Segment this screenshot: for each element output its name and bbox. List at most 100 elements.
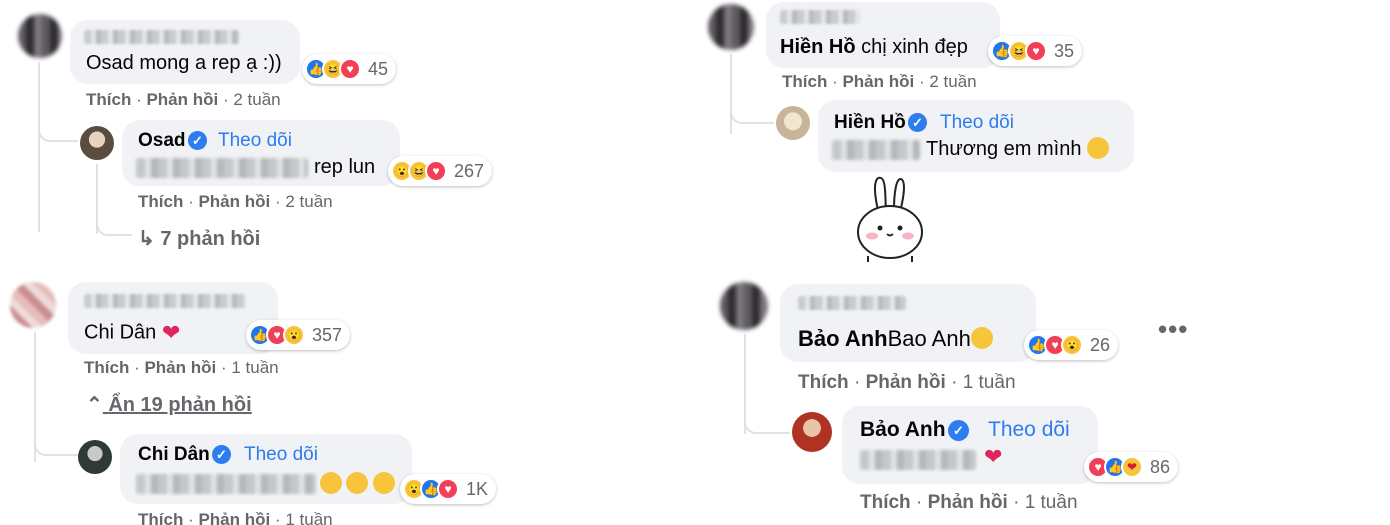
reply-link[interactable]: Phản hồi xyxy=(198,192,270,211)
reply-link[interactable]: Phản hồi xyxy=(928,492,1008,513)
like-link[interactable]: Thích xyxy=(782,72,827,91)
hien-ho-avatar[interactable] xyxy=(776,106,810,140)
timestamp[interactable]: 1 tuần xyxy=(963,372,1016,393)
reply-link[interactable]: Phản hồi xyxy=(866,372,946,393)
timestamp[interactable]: 1 tuần xyxy=(285,510,332,525)
reply-connector xyxy=(96,200,132,236)
follow-button[interactable]: Theo dõi xyxy=(988,418,1070,442)
mention-tag[interactable]: Hiền Hồ xyxy=(780,36,856,58)
thread-line xyxy=(730,54,732,134)
smile-emoji-icon xyxy=(346,472,369,494)
like-link[interactable]: Thích xyxy=(860,492,911,513)
bunny-sticker[interactable] xyxy=(850,176,930,262)
timestamp[interactable]: 2 tuần xyxy=(233,90,280,109)
commenter-avatar[interactable] xyxy=(708,4,754,50)
reply-link[interactable]: Phản hồi xyxy=(144,358,216,377)
like-link[interactable]: Thích xyxy=(86,90,131,109)
love-reaction-icon: ♥ xyxy=(437,478,459,500)
reaction-summary[interactable]: ♥ 👍 ❤ 86 xyxy=(1084,452,1179,482)
kiss-emoji-icon xyxy=(1087,136,1110,159)
reply-link[interactable]: Phản hồi xyxy=(198,510,270,525)
osad-avatar[interactable] xyxy=(80,126,114,160)
reply-text: rep lun xyxy=(314,156,376,178)
reply-connector xyxy=(744,416,790,434)
reply-text-blurred xyxy=(136,474,316,494)
comment-bubble: Osad mong a rep ạ :)) xyxy=(70,20,300,84)
reaction-summary[interactable]: 😮 👍 ♥ 1K xyxy=(400,474,497,504)
commenter-name-blurred[interactable] xyxy=(780,10,860,24)
reaction-summary[interactable]: 👍 ♥ 😮 357 xyxy=(246,320,351,350)
commenter-name-blurred[interactable] xyxy=(84,30,239,44)
timestamp[interactable]: 1 tuần xyxy=(231,358,278,377)
smile-emoji-icon xyxy=(372,472,395,494)
hide-replies-button[interactable]: ⌃ Ẩn 19 phản hồi xyxy=(86,392,252,417)
comment-panel-osad: Osad mong a rep ạ :)) 👍 😆 ♥ 45 Thích · P… xyxy=(0,0,690,262)
chi-dan-avatar[interactable] xyxy=(78,440,112,474)
reaction-count: 26 xyxy=(1090,334,1111,355)
verified-badge-icon: ✓ xyxy=(908,113,927,132)
commenter-avatar[interactable] xyxy=(720,282,768,330)
comment-panel-hien-ho: Hiền Hồ chị xinh đẹp 👍 😆 ♥ 35 Thích · Ph… xyxy=(700,0,1390,262)
wow-reaction-icon: 😮 xyxy=(1061,334,1083,356)
reply-link[interactable]: Phản hồi xyxy=(842,72,914,91)
reply-connector xyxy=(38,130,78,142)
commenter-name-blurred[interactable] xyxy=(798,296,906,310)
reply-author-name[interactable]: Osad xyxy=(138,130,186,152)
red-heart-emoji-icon: ❤ xyxy=(984,444,1003,469)
more-options-icon[interactable]: ••• xyxy=(1158,314,1188,345)
comment-body: Chi Dân ❤ xyxy=(84,320,180,346)
hide-replies-label: Ẩn 19 phản hồi xyxy=(108,394,252,416)
chevron-up-icon: ⌃ xyxy=(86,394,103,416)
like-link[interactable]: Thích xyxy=(138,510,183,525)
reaction-count: 1K xyxy=(466,478,489,499)
wow-reaction-icon: 😮 xyxy=(283,324,305,346)
comment-actions: Thích · Phản hồi · 2 tuần xyxy=(782,72,977,91)
reply-bubble: Hiền Hồ ✓ Theo dõi Thương em mình xyxy=(818,100,1134,172)
timestamp[interactable]: 2 tuần xyxy=(929,72,976,91)
reply-author-name[interactable]: Chi Dân xyxy=(138,444,210,466)
like-link[interactable]: Thích xyxy=(138,192,183,211)
commenter-avatar[interactable] xyxy=(18,14,62,58)
reply-text-blurred xyxy=(832,140,920,160)
comment-body: Hiền Hồ chị xinh đẹp xyxy=(780,36,968,59)
reaction-count: 35 xyxy=(1054,40,1075,61)
reaction-summary[interactable]: 👍 ♥ 😮 26 xyxy=(1024,330,1119,360)
view-more-replies[interactable]: ↳ 7 phản hồi xyxy=(138,226,260,251)
follow-button[interactable]: Theo dõi xyxy=(218,130,292,152)
comment-bubble: Bảo AnhBao Anh xyxy=(780,284,1036,362)
comment-bubble: Chi Dân ❤ xyxy=(68,282,278,354)
timestamp[interactable]: 1 tuần xyxy=(1025,492,1078,513)
reaction-summary[interactable]: 👍 😆 ♥ 45 xyxy=(302,54,397,84)
timestamp[interactable]: 2 tuần xyxy=(285,192,332,211)
commenter-avatar[interactable] xyxy=(10,282,56,328)
reaction-summary[interactable]: 😮 😆 ♥ 267 xyxy=(388,156,493,186)
comment-panel-chi-dan: Chi Dân ❤ 👍 ♥ 😮 357 Thích · Phản hồi · 1… xyxy=(0,268,690,525)
reply-emojis xyxy=(320,472,395,496)
follow-button[interactable]: Theo dõi xyxy=(244,444,318,466)
love-reaction-icon: ♥ xyxy=(425,160,447,182)
reply-author-name[interactable]: Hiền Hồ xyxy=(834,112,906,134)
reply-link[interactable]: Phản hồi xyxy=(146,90,218,109)
reply-actions: Thích · Phản hồi · 1 tuần xyxy=(138,510,333,525)
follow-button[interactable]: Theo dõi xyxy=(940,112,1014,134)
comment-actions: Thích · Phản hồi · 2 tuần xyxy=(86,90,281,109)
reaction-summary[interactable]: 👍 😆 ♥ 35 xyxy=(988,36,1083,66)
care-reaction-icon: ❤ xyxy=(1121,456,1143,478)
reply-bubble: Chi Dân ✓ Theo dõi xyxy=(120,434,412,504)
reaction-count: 86 xyxy=(1150,456,1171,477)
reaction-count: 45 xyxy=(368,58,389,79)
like-link[interactable]: Thích xyxy=(84,358,129,377)
reply-text: Thương em mình xyxy=(926,136,1110,161)
reply-author-name[interactable]: Bảo Anh xyxy=(860,418,946,442)
red-heart-emoji-icon: ❤ xyxy=(161,320,181,345)
bao-anh-avatar[interactable] xyxy=(792,412,832,452)
like-link[interactable]: Thích xyxy=(798,372,849,393)
reply-actions: Thích · Phản hồi · 1 tuần xyxy=(860,492,1078,513)
reaction-count: 267 xyxy=(454,160,485,181)
comment-text: Bao Anh xyxy=(887,326,971,351)
mention-tag[interactable]: Bảo Anh xyxy=(798,326,888,351)
reaction-count: 357 xyxy=(312,324,343,345)
reply-bubble: Bảo Anh ✓ Theo dõi ❤ xyxy=(842,406,1098,484)
verified-badge-icon: ✓ xyxy=(948,420,969,441)
commenter-name-blurred[interactable] xyxy=(84,294,246,308)
